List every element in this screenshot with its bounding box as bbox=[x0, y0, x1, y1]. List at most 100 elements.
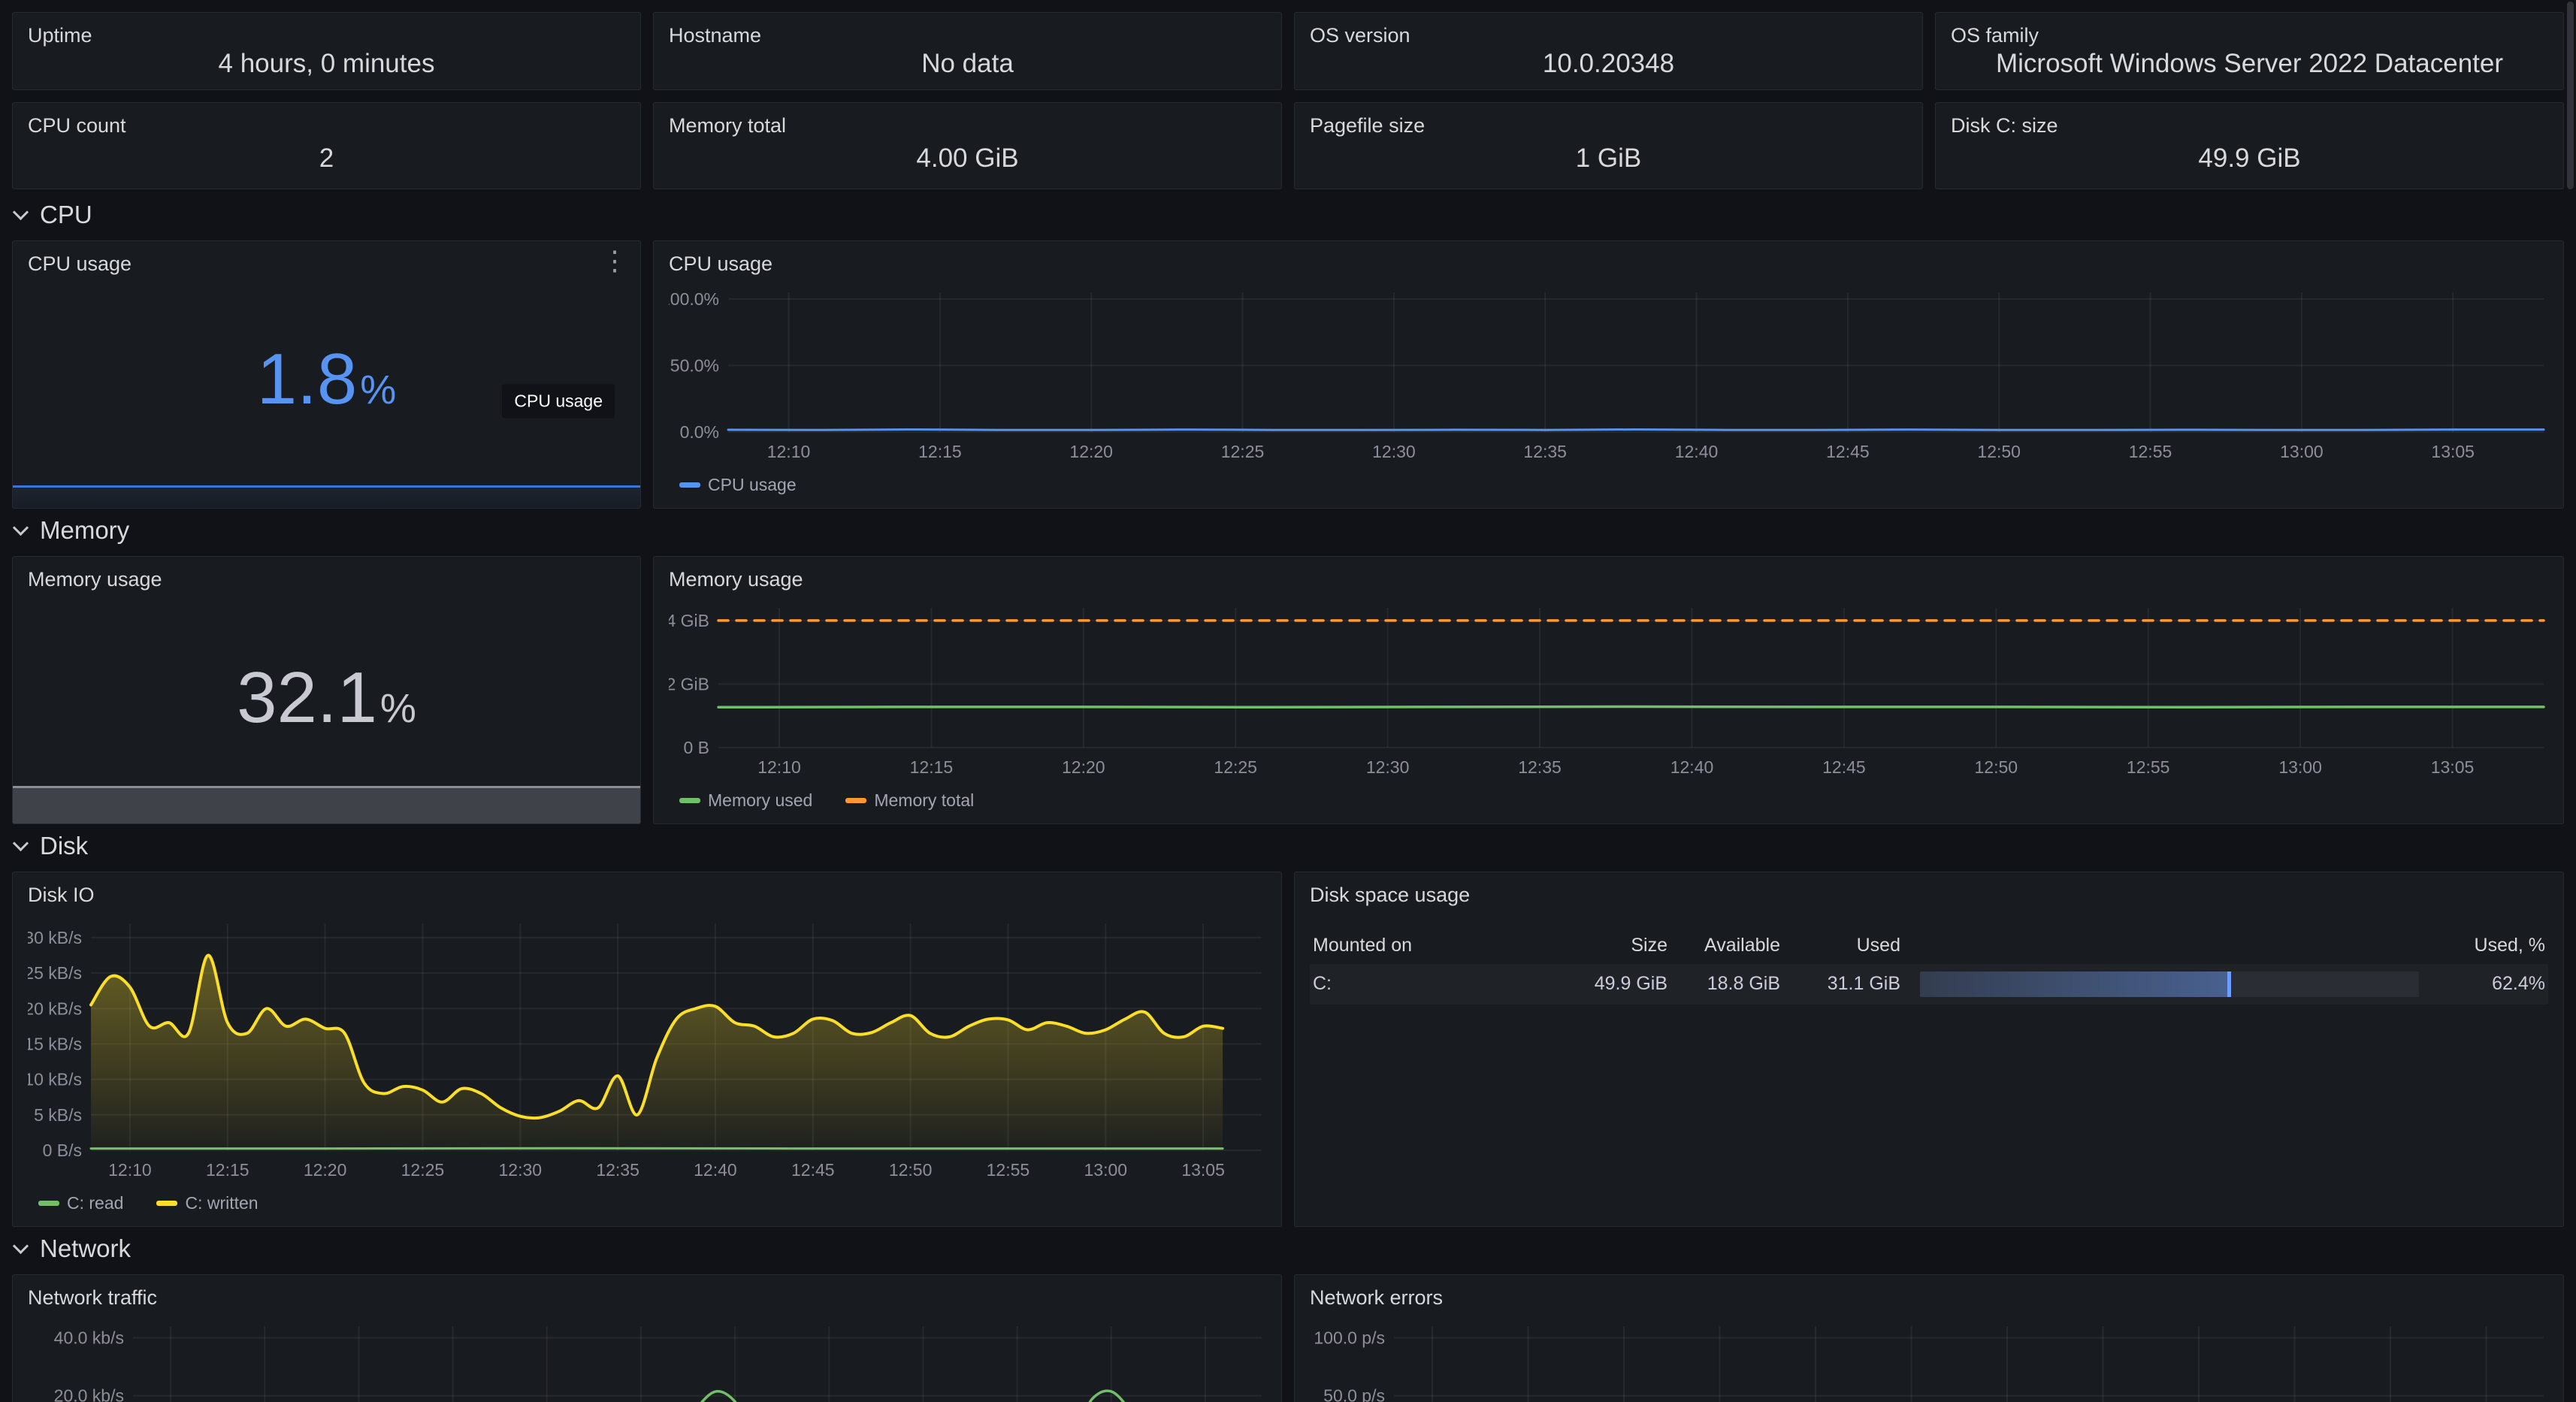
memory-usage-chart[interactable]: 12:1012:1512:2012:2512:3012:3512:4012:45… bbox=[669, 597, 2548, 786]
column-header-used-pct[interactable]: Used, % bbox=[2419, 935, 2545, 956]
panel-title[interactable]: Memory usage bbox=[28, 567, 625, 593]
column-header-used[interactable]: Used bbox=[1780, 935, 1900, 956]
svg-text:40.0 kb/s: 40.0 kb/s bbox=[54, 1328, 124, 1347]
legend-swatch-icon bbox=[38, 1201, 59, 1206]
panel-title[interactable]: CPU usage bbox=[28, 252, 625, 277]
legend-swatch-icon bbox=[156, 1201, 177, 1206]
svg-text:13:00: 13:00 bbox=[2278, 757, 2322, 777]
svg-text:100.0%: 100.0% bbox=[669, 289, 719, 309]
chevron-down-icon bbox=[13, 1237, 29, 1253]
svg-text:0.0%: 0.0% bbox=[680, 422, 719, 442]
disk-io-chart[interactable]: 12:1012:1512:2012:2512:3012:3512:4012:45… bbox=[28, 913, 1266, 1189]
legend-item[interactable]: Memory total bbox=[845, 790, 974, 811]
svg-text:12:35: 12:35 bbox=[1523, 442, 1567, 461]
panel-disk-c-size: Disk C: size 49.9 GiB bbox=[1935, 102, 2564, 189]
scrollbar-thumb[interactable] bbox=[2567, 2, 2574, 189]
panel-title[interactable]: CPU usage bbox=[669, 252, 2548, 277]
svg-text:12:35: 12:35 bbox=[596, 1160, 639, 1180]
cpu-sparkline bbox=[13, 485, 640, 508]
panel-memory-total: Memory total 4.00 GiB bbox=[653, 102, 1282, 189]
disk-row: Disk IO 12:1012:1512:2012:2512:3012:3512… bbox=[12, 872, 2564, 1223]
legend-item[interactable]: CPU usage bbox=[679, 475, 797, 495]
svg-text:2 GiB: 2 GiB bbox=[669, 674, 709, 693]
column-header-size[interactable]: Size bbox=[1562, 935, 1667, 956]
section-label: Memory bbox=[40, 516, 129, 545]
panel-cpu-usage-stat: CPU usage ⋮ 1.8 % CPU usage bbox=[12, 240, 641, 509]
legend-label: Memory total bbox=[874, 790, 974, 811]
section-network[interactable]: Network bbox=[12, 1223, 2564, 1274]
grafana-dashboard: Uptime 4 hours, 0 minutes Hostname No da… bbox=[0, 0, 2576, 1402]
svg-text:12:15: 12:15 bbox=[910, 757, 954, 777]
legend-item[interactable]: C: written bbox=[156, 1193, 258, 1213]
panel-menu-icon[interactable]: ⋮ bbox=[601, 247, 628, 274]
cell-available: 18.8 GiB bbox=[1667, 973, 1780, 995]
panel-os-version: OS version 10.0.20348 bbox=[1294, 12, 1923, 90]
chart-legend: Memory used Memory total bbox=[669, 786, 2548, 816]
network-traffic-chart[interactable]: 12:1012:1512:2012:2512:3012:3512:4012:45… bbox=[28, 1316, 1266, 1402]
panel-network-errors: Network errors 12:1012:1512:2012:2512:30… bbox=[1294, 1274, 2564, 1402]
cell-mounted-on: C: bbox=[1313, 973, 1562, 995]
svg-text:12:20: 12:20 bbox=[1062, 757, 1105, 777]
section-memory[interactable]: Memory bbox=[12, 505, 2564, 556]
section-label: Disk bbox=[40, 832, 88, 860]
network-errors-chart[interactable]: 12:1012:1512:2012:2512:3012:3512:4012:45… bbox=[1310, 1316, 2548, 1402]
panel-os-family: OS family Microsoft Windows Server 2022 … bbox=[1935, 12, 2564, 90]
svg-text:12:55: 12:55 bbox=[2127, 757, 2170, 777]
stat-value: 4.00 GiB bbox=[669, 139, 1266, 178]
svg-text:0 B/s: 0 B/s bbox=[43, 1141, 82, 1160]
svg-text:12:10: 12:10 bbox=[108, 1160, 152, 1180]
column-header-available[interactable]: Available bbox=[1667, 935, 1780, 956]
svg-text:50.0%: 50.0% bbox=[670, 355, 719, 375]
table-header-row: Mounted on Size Available Used Used, % bbox=[1310, 928, 2548, 964]
panel-title[interactable]: OS family bbox=[1951, 23, 2548, 49]
panel-disk-space-usage: Disk space usage Mounted on Size Availab… bbox=[1294, 872, 2564, 1227]
svg-text:12:50: 12:50 bbox=[1975, 757, 2018, 777]
svg-text:12:10: 12:10 bbox=[757, 757, 801, 777]
panel-title[interactable]: Memory total bbox=[669, 113, 1266, 139]
svg-text:12:50: 12:50 bbox=[889, 1160, 933, 1180]
value-number: 32.1 bbox=[237, 662, 377, 734]
svg-text:12:30: 12:30 bbox=[1372, 442, 1416, 461]
section-disk[interactable]: Disk bbox=[12, 820, 2564, 872]
stat-value: 2 bbox=[28, 139, 625, 178]
legend-label: C: read bbox=[67, 1193, 123, 1213]
svg-text:12:30: 12:30 bbox=[499, 1160, 543, 1180]
legend-label: CPU usage bbox=[708, 475, 797, 495]
svg-text:4 GiB: 4 GiB bbox=[669, 611, 709, 630]
panel-title[interactable]: Network traffic bbox=[28, 1286, 1266, 1311]
legend-item[interactable]: Memory used bbox=[679, 790, 812, 811]
svg-text:13:05: 13:05 bbox=[2431, 442, 2475, 461]
panel-title[interactable]: Disk space usage bbox=[1310, 883, 2548, 908]
table-row: C: 49.9 GiB 18.8 GiB 31.1 GiB 62.4% bbox=[1310, 964, 2548, 1005]
legend-swatch-icon bbox=[679, 482, 700, 488]
svg-text:12:50: 12:50 bbox=[1977, 442, 2021, 461]
svg-text:12:25: 12:25 bbox=[1221, 442, 1265, 461]
svg-text:12:30: 12:30 bbox=[1366, 757, 1410, 777]
panel-title[interactable]: Pagefile size bbox=[1310, 113, 1907, 139]
legend-label: C: written bbox=[185, 1193, 258, 1213]
panel-title[interactable]: CPU count bbox=[28, 113, 625, 139]
cpu-usage-chart[interactable]: 12:1012:1512:2012:2512:3012:3512:4012:45… bbox=[669, 282, 2548, 470]
legend-item[interactable]: C: read bbox=[38, 1193, 123, 1213]
stat-value: 4 hours, 0 minutes bbox=[28, 49, 625, 79]
section-label: CPU bbox=[40, 201, 92, 229]
panel-title[interactable]: Hostname bbox=[669, 23, 1266, 49]
value-number: 1.8 bbox=[257, 343, 357, 415]
panel-title[interactable]: Memory usage bbox=[669, 567, 2548, 593]
svg-text:13:00: 13:00 bbox=[2280, 442, 2324, 461]
panel-title[interactable]: Network errors bbox=[1310, 1286, 2548, 1311]
stat-value: No data bbox=[669, 49, 1266, 79]
svg-text:5 kB/s: 5 kB/s bbox=[34, 1105, 82, 1125]
column-header-mounted-on[interactable]: Mounted on bbox=[1313, 935, 1562, 956]
panel-title[interactable]: Disk IO bbox=[28, 883, 1266, 908]
section-cpu[interactable]: CPU bbox=[12, 189, 2564, 240]
memory-sparkline bbox=[13, 786, 640, 823]
svg-text:12:25: 12:25 bbox=[401, 1160, 445, 1180]
panel-memory-usage-stat: Memory usage 32.1 % bbox=[12, 556, 641, 824]
panel-title[interactable]: Disk C: size bbox=[1951, 113, 2548, 139]
svg-text:25 kB/s: 25 kB/s bbox=[28, 963, 82, 983]
disk-space-table: Mounted on Size Available Used Used, % C… bbox=[1310, 928, 2548, 1005]
series-name-chip: CPU usage bbox=[502, 384, 615, 418]
panel-title[interactable]: OS version bbox=[1310, 23, 1907, 49]
panel-title[interactable]: Uptime bbox=[28, 23, 625, 49]
